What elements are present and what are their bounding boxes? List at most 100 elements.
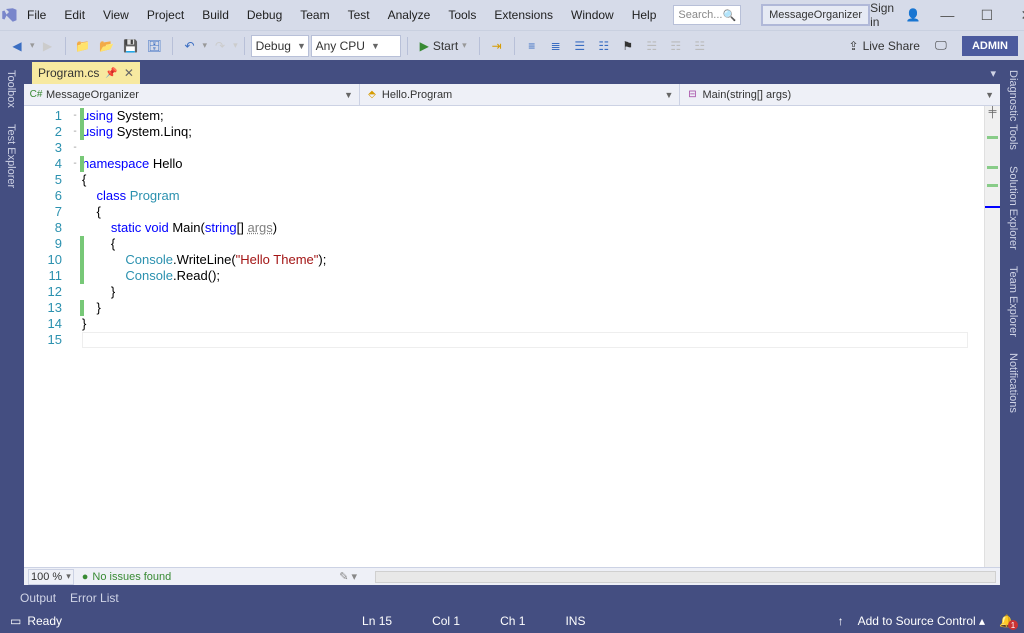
platform-combo[interactable]: Any CPU▼	[311, 35, 401, 57]
menu-edit[interactable]: Edit	[55, 0, 94, 30]
side-tab-toolbox[interactable]: Toolbox	[3, 64, 19, 114]
save-all-button[interactable]: 🗄	[144, 35, 166, 57]
menu-file[interactable]: File	[18, 0, 55, 30]
menu-view[interactable]: View	[94, 0, 138, 30]
code-line[interactable]: Console.WriteLine("Hello Theme");	[82, 252, 984, 268]
add-source-control[interactable]: Add to Source Control ▴	[858, 614, 985, 628]
start-debug-button[interactable]: ▶ Start ▾	[414, 35, 473, 57]
undo-button[interactable]: ↶	[179, 35, 201, 57]
nav-method-combo[interactable]: ⊟ Main(string[] args) ▼	[680, 84, 1000, 105]
menu-analyze[interactable]: Analyze	[379, 0, 440, 30]
line-number: 7	[24, 204, 62, 220]
line-number: 4	[24, 156, 62, 172]
code-line[interactable]	[82, 140, 984, 156]
code-line[interactable]	[82, 332, 984, 348]
menu-help[interactable]: Help	[623, 0, 666, 30]
step-button[interactable]: ⇥	[486, 35, 508, 57]
issues-indicator[interactable]: ● No issues found	[82, 571, 172, 583]
document-tab-well: Program.cs 📌 ✕ ▾	[22, 60, 1000, 84]
change-indicator	[80, 252, 84, 268]
notification-badge: 1	[1008, 620, 1018, 630]
menu-project[interactable]: Project	[138, 0, 193, 30]
code-line[interactable]: class Program	[82, 188, 984, 204]
code-text-area[interactable]: using System;using System.Linq; namespace…	[82, 106, 984, 567]
csharp-project-icon: C#	[30, 89, 42, 101]
status-bar: ▭ Ready Ln 15 Col 1 Ch 1 INS ↑ Add to So…	[0, 609, 1024, 633]
new-project-button[interactable]: 📁	[72, 35, 94, 57]
line-number: 11	[24, 268, 62, 284]
uncomment-button[interactable]: ≣	[545, 35, 567, 57]
live-share-button[interactable]: ⇪ Live Share	[849, 39, 920, 53]
nav-class-combo[interactable]: ⬘ Hello.Program ▼	[360, 84, 681, 105]
bookmark-button1[interactable]: ☰	[569, 35, 591, 57]
dim1: ☵	[641, 35, 663, 57]
bookmark-flag[interactable]: ⚑	[617, 35, 639, 57]
close-window-button[interactable]: ✕	[1014, 1, 1024, 29]
sign-in-link[interactable]: Sign in 👤	[870, 1, 921, 29]
code-line[interactable]: using System;	[82, 108, 984, 124]
quick-launch-search[interactable]: Search... 🔍	[673, 5, 741, 25]
panel-tab-error-list[interactable]: Error List	[70, 591, 119, 605]
pin-icon[interactable]: 📌	[105, 68, 117, 79]
configuration-combo[interactable]: Debug▼	[251, 35, 309, 57]
horizontal-scrollbar[interactable]	[375, 571, 996, 583]
side-tab-diagnostic-tools[interactable]: Diagnostic Tools	[1005, 64, 1021, 156]
outlining-margin[interactable]: - - - -	[68, 106, 82, 567]
menu-bar: FileEditViewProjectBuildDebugTeamTestAna…	[0, 0, 1024, 30]
maximize-button[interactable]: ☐	[974, 1, 999, 29]
fold-toggle[interactable]: -	[68, 140, 82, 156]
forward-button[interactable]: ▶	[37, 35, 59, 57]
overview-scroll-strip[interactable]: ╪	[984, 106, 1000, 567]
menu-team[interactable]: Team	[291, 0, 338, 30]
publish-icon[interactable]: ↑	[838, 614, 844, 628]
side-tab-team-explorer[interactable]: Team Explorer	[1005, 260, 1021, 343]
code-line[interactable]: {	[82, 236, 984, 252]
play-icon: ▶	[420, 39, 429, 53]
code-line[interactable]: {	[82, 204, 984, 220]
back-button[interactable]: ◀	[6, 35, 28, 57]
pencil-icon[interactable]: ✎ ▾	[339, 570, 357, 583]
status-rect-icon: ▭	[10, 614, 21, 628]
nav-project-combo[interactable]: C# MessageOrganizer ▼	[24, 84, 360, 105]
menu-extensions[interactable]: Extensions	[485, 0, 562, 30]
save-button[interactable]: 💾	[120, 35, 142, 57]
side-tab-test-explorer[interactable]: Test Explorer	[3, 118, 19, 194]
notifications-button[interactable]: 🔔 1	[999, 614, 1014, 628]
split-icon[interactable]: ╪	[985, 106, 1000, 118]
menu-test[interactable]: Test	[339, 0, 379, 30]
side-tab-notifications[interactable]: Notifications	[1005, 347, 1021, 419]
editor-status-strip: 100 % ▾ ● No issues found ✎ ▾	[24, 567, 1000, 585]
dim2: ☶	[665, 35, 687, 57]
zoom-combo[interactable]: 100 % ▾	[28, 569, 74, 585]
side-tab-solution-explorer[interactable]: Solution Explorer	[1005, 160, 1021, 256]
code-line[interactable]: static void Main(string[] args)	[82, 220, 984, 236]
open-file-button[interactable]: 📂	[96, 35, 118, 57]
menu-debug[interactable]: Debug	[238, 0, 291, 30]
change-indicator	[80, 300, 84, 316]
minimize-button[interactable]: —	[935, 1, 960, 29]
bottom-tool-tabs: Output Error List	[0, 587, 1024, 609]
code-line[interactable]: }	[82, 316, 984, 332]
code-line[interactable]: }	[82, 284, 984, 300]
line-number: 15	[24, 332, 62, 348]
feedback-button[interactable]: 🖵	[930, 35, 952, 57]
code-line[interactable]: Console.Read();	[82, 268, 984, 284]
menu-tools[interactable]: Tools	[439, 0, 485, 30]
document-tab-program[interactable]: Program.cs 📌 ✕	[32, 62, 140, 84]
bookmark-button2[interactable]: ☷	[593, 35, 615, 57]
panel-tab-output[interactable]: Output	[20, 591, 56, 605]
code-line[interactable]: }	[82, 300, 984, 316]
code-line[interactable]: {	[82, 172, 984, 188]
solution-name-box[interactable]: MessageOrganizer	[761, 4, 870, 26]
comment-button[interactable]: ≡	[521, 35, 543, 57]
menu-build[interactable]: Build	[193, 0, 238, 30]
tab-overflow-button[interactable]: ▾	[990, 62, 1000, 84]
status-ready: Ready	[27, 614, 62, 628]
menu-window[interactable]: Window	[562, 0, 623, 30]
code-line[interactable]: namespace Hello	[82, 156, 984, 172]
redo-button[interactable]: ↷	[209, 35, 231, 57]
code-line[interactable]: using System.Linq;	[82, 124, 984, 140]
close-tab-icon[interactable]: ✕	[124, 66, 134, 80]
vs-logo	[0, 0, 18, 30]
code-editor[interactable]: 123456789101112131415 - - - - using Syst…	[24, 106, 1000, 567]
